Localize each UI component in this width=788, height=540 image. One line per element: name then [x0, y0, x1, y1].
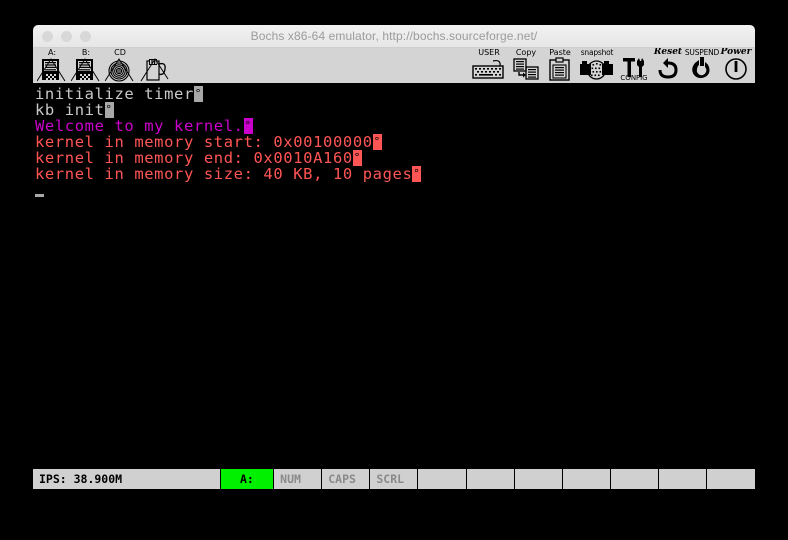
toolbar-media-group: A: B: CD [35, 48, 171, 83]
console-cursor-line [35, 182, 755, 198]
text-cursor [35, 194, 44, 197]
null-glyph: ° [243, 118, 253, 134]
status-blank-cell [514, 469, 563, 489]
floppy-a-icon [37, 57, 67, 83]
copy-icon [511, 57, 541, 81]
console-line-text: kernel in memory size: 40 KB, 10 pages [35, 165, 413, 183]
console-line: kernel in memory start: 0x00100000° [35, 134, 755, 150]
config-spacer [633, 48, 636, 57]
suspend-button[interactable]: SUSPEND [685, 48, 719, 83]
floppy-b-button[interactable]: B: [69, 48, 103, 83]
paste-button[interactable]: Paste [543, 48, 577, 83]
user-button[interactable]: USER [469, 48, 509, 83]
floppy-a-button[interactable]: A: [35, 48, 69, 83]
status-blank-cell [562, 469, 611, 489]
snapshot-button[interactable]: snapshot [577, 48, 617, 83]
null-glyph: ° [193, 86, 203, 102]
copy-button[interactable]: Copy [509, 48, 543, 83]
reset-label: Reset [653, 48, 683, 57]
cdrom-icon [105, 57, 135, 83]
window-title: Bochs x86-64 emulator, http://bochs.sour… [250, 29, 538, 43]
null-glyph: ° [412, 166, 422, 182]
status-blank-cell [610, 469, 659, 489]
config-button[interactable]: CONFIG [617, 48, 651, 83]
num-lock-indicator: NUM [274, 469, 323, 489]
console-line: kb init° [35, 102, 755, 118]
floppy-activity-indicator[interactable]: A: [220, 469, 275, 489]
null-glyph: ° [372, 134, 382, 150]
usb-icon [139, 57, 169, 83]
power-button[interactable]: Power [719, 48, 753, 83]
usb-button[interactable] [137, 48, 171, 83]
floppy-b-label: B: [81, 48, 91, 57]
toolbar: A: B: CD USER Copy Paste snapshot CONFIG… [33, 48, 755, 84]
suspend-label: SUSPEND [684, 48, 720, 57]
cdrom-button[interactable]: CD [103, 48, 137, 83]
snapshot-label: snapshot [580, 48, 614, 57]
floppy-b-icon [71, 57, 101, 83]
status-blank-cell [707, 469, 756, 489]
user-label: USER [478, 48, 500, 57]
paste-label: Paste [549, 48, 571, 57]
suspend-power-icon [689, 57, 715, 81]
title-bar: Bochs x86-64 emulator, http://bochs.sour… [33, 25, 755, 48]
paste-icon [545, 57, 575, 81]
traffic-lights [42, 30, 91, 42]
ips-indicator: IPS: 38.900M [33, 469, 221, 489]
console-line: Welcome to my kernel.° [35, 118, 755, 134]
keyboard-icon [471, 57, 507, 81]
console-line: kernel in memory end: 0x0010A160° [35, 150, 755, 166]
config-label: CONFIG [620, 74, 648, 82]
null-glyph: ° [104, 102, 114, 118]
status-blank-cell [466, 469, 515, 489]
vga-screen[interactable]: initialize timer° kb init° Welcome to my… [33, 84, 755, 467]
copy-label: Copy [515, 48, 537, 57]
maximize-button[interactable] [80, 30, 91, 42]
toolbar-actions-group: USER Copy Paste snapshot CONFIG Reset SU… [469, 48, 753, 83]
status-bar: IPS: 38.900M A: NUM CAPS SCRL [33, 467, 756, 489]
minimize-button[interactable] [61, 30, 72, 42]
console-line: initialize timer° [35, 86, 755, 102]
reset-button[interactable]: Reset [651, 48, 685, 83]
bochs-window: Bochs x86-64 emulator, http://bochs.sour… [33, 25, 756, 501]
reset-arrow-icon [655, 57, 681, 81]
status-blank-cell [658, 469, 707, 489]
null-glyph: ° [352, 150, 362, 166]
console-line: kernel in memory size: 40 KB, 10 pages° [35, 166, 755, 182]
power-circle-icon [723, 57, 749, 81]
close-button[interactable] [42, 30, 53, 42]
status-blank-cell [418, 469, 467, 489]
scroll-lock-indicator: SCRL [370, 469, 419, 489]
camera-icon [578, 57, 616, 81]
floppy-a-label: A: [47, 48, 57, 57]
cdrom-label: CD [114, 48, 126, 57]
caps-lock-indicator: CAPS [322, 469, 371, 489]
power-label: Power [720, 48, 752, 57]
